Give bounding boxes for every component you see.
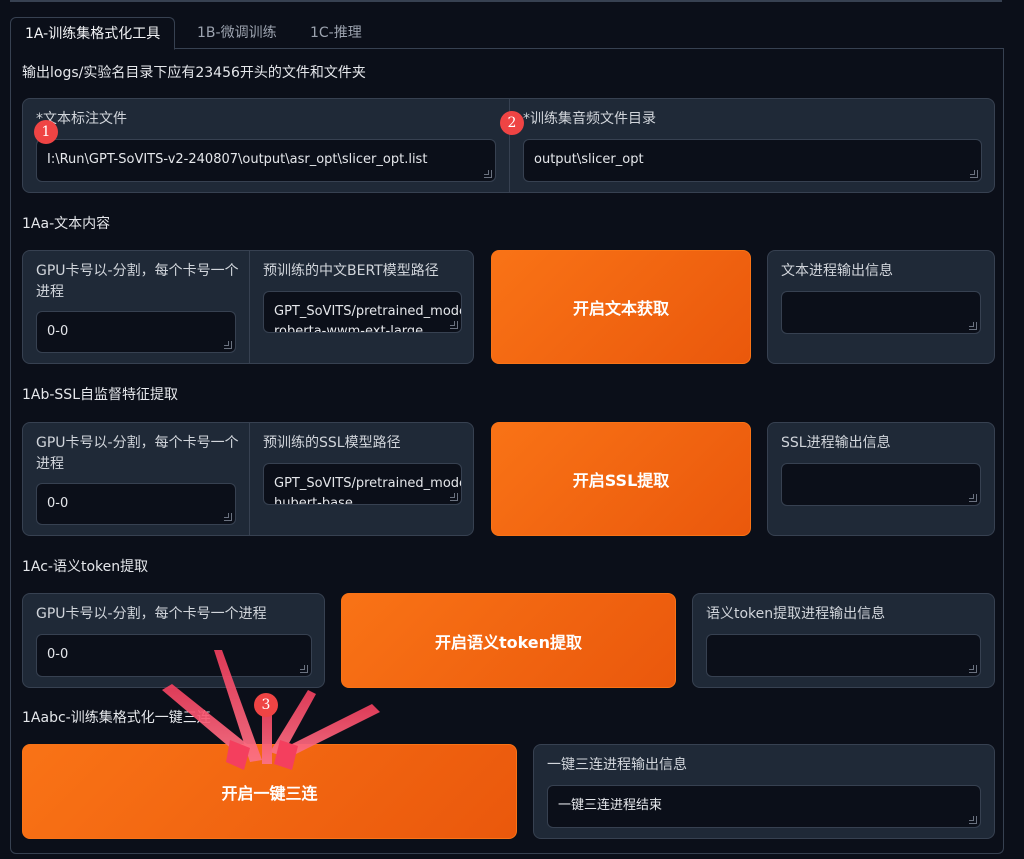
section-ssl-title: 1Ab-SSL自监督特征提取 [22,387,178,403]
ssl-path-value: GPT_SoVITS/pretrained_models/chinese-hub… [274,476,461,505]
gpu-value: 0-0 [47,647,69,662]
gpu-input[interactable]: 0-0 [36,483,236,525]
resize-grip-icon[interactable] [224,513,232,521]
audio-dir-value: output\slicer_opt [534,152,644,167]
ssl-output-group: SSL进程输出信息 [767,422,995,536]
bert-path-label: 预训练的中文BERT模型路径 [263,263,439,279]
oneclick-output-group: 一键三连进程输出信息 一键三连进程结束 [533,744,995,839]
badge-one: 1 [34,120,58,144]
resize-grip-icon[interactable] [450,493,458,501]
resize-grip-icon[interactable] [969,322,977,330]
text-output-field[interactable] [781,291,981,334]
bert-path-input[interactable]: GPT_SoVITS/pretrained_models/chinese-rob… [263,291,462,333]
gpu-input[interactable]: 0-0 [36,634,312,677]
ssl-params-group: GPU卡号以-分割，每个卡号一个进程 0-0 预训练的SSL模型路径 GPT_S… [22,422,474,536]
start-token-button[interactable]: 开启语义token提取 [341,593,676,688]
text-file-cell: *文本标注文件 I:\Run\GPT-SoVITS-v2-240807\outp… [23,99,509,192]
oneclick-output-value: 一键三连进程结束 [558,798,663,813]
audio-dir-input[interactable]: output\slicer_opt [523,139,982,182]
section-oneclick-title: 1Aabc-训练集格式化一键三连 [22,710,211,726]
tab-format-tool[interactable]: 1A-训练集格式化工具 [10,17,176,50]
start-text-button[interactable]: 开启文本获取 [491,250,751,364]
token-output-group: 语义token提取进程输出信息 [692,593,995,688]
top-divider [10,0,1002,2]
ssl-output-field[interactable] [781,463,981,506]
resize-grip-icon[interactable] [969,816,977,824]
resize-grip-icon[interactable] [450,321,458,329]
resize-grip-icon[interactable] [969,494,977,502]
resize-grip-icon[interactable] [969,665,977,673]
gpu-input[interactable]: 0-0 [36,311,236,353]
bert-path-value: GPT_SoVITS/pretrained_models/chinese-rob… [274,304,462,333]
resize-grip-icon[interactable] [970,170,978,178]
text-file-input[interactable]: I:\Run\GPT-SoVITS-v2-240807\output\asr_o… [36,139,496,182]
ssl-path-cell: 预训练的SSL模型路径 GPT_SoVITS/pretrained_models… [249,423,475,535]
token-output-label: 语义token提取进程输出信息 [706,606,886,622]
gpu-label: GPU卡号以-分割，每个卡号一个进程 [36,263,239,300]
resize-grip-icon[interactable] [300,665,308,673]
badge-three: 3 [254,693,278,717]
audio-dir-cell: *训练集音频文件目录 output\slicer_opt [509,99,995,192]
resize-grip-icon[interactable] [484,170,492,178]
gpu-label: GPU卡号以-分割，每个卡号一个进程 [36,435,239,472]
section-token-title: 1Ac-语义token提取 [22,559,149,575]
text-params-group: GPU卡号以-分割，每个卡号一个进程 0-0 预训练的中文BERT模型路径 GP… [22,250,474,364]
output-note: 输出logs/实验名目录下应有23456开头的文件和文件夹 [22,65,366,81]
text-output-group: 文本进程输出信息 [767,250,995,364]
text-file-value: I:\Run\GPT-SoVITS-v2-240807\output\asr_o… [47,152,428,167]
gpu-label: GPU卡号以-分割，每个卡号一个进程 [36,606,267,622]
tab-finetune[interactable]: 1B-微调训练 [183,17,291,49]
tab-bar: 1A-训练集格式化工具 1B-微调训练 1C-推理 [10,17,1004,50]
ssl-path-label: 预训练的SSL模型路径 [263,435,401,451]
audio-dir-label: *训练集音频文件目录 [523,111,656,127]
bert-path-cell: 预训练的中文BERT模型路径 GPT_SoVITS/pretrained_mod… [249,251,475,363]
gpu-value: 0-0 [47,496,69,511]
oneclick-output-field[interactable]: 一键三连进程结束 [547,785,981,828]
start-ssl-button[interactable]: 开启SSL提取 [491,422,751,536]
token-output-field[interactable] [706,634,981,677]
token-params-group: GPU卡号以-分割，每个卡号一个进程 0-0 [22,593,325,688]
oneclick-output-label: 一键三连进程输出信息 [547,757,687,773]
gpu-value: 0-0 [47,324,69,339]
tab-inference[interactable]: 1C-推理 [296,17,376,49]
resize-grip-icon[interactable] [224,341,232,349]
ssl-output-label: SSL进程输出信息 [781,435,891,451]
section-text-title: 1Aa-文本内容 [22,216,111,232]
gpu-cell: GPU卡号以-分割，每个卡号一个进程 0-0 [23,423,249,535]
badge-two: 2 [500,111,524,135]
ssl-path-input[interactable]: GPT_SoVITS/pretrained_models/chinese-hub… [263,463,462,505]
text-output-label: 文本进程输出信息 [781,263,893,279]
start-oneclick-button[interactable]: 开启一键三连 [22,744,517,839]
gpu-cell: GPU卡号以-分割，每个卡号一个进程 0-0 [23,251,249,363]
